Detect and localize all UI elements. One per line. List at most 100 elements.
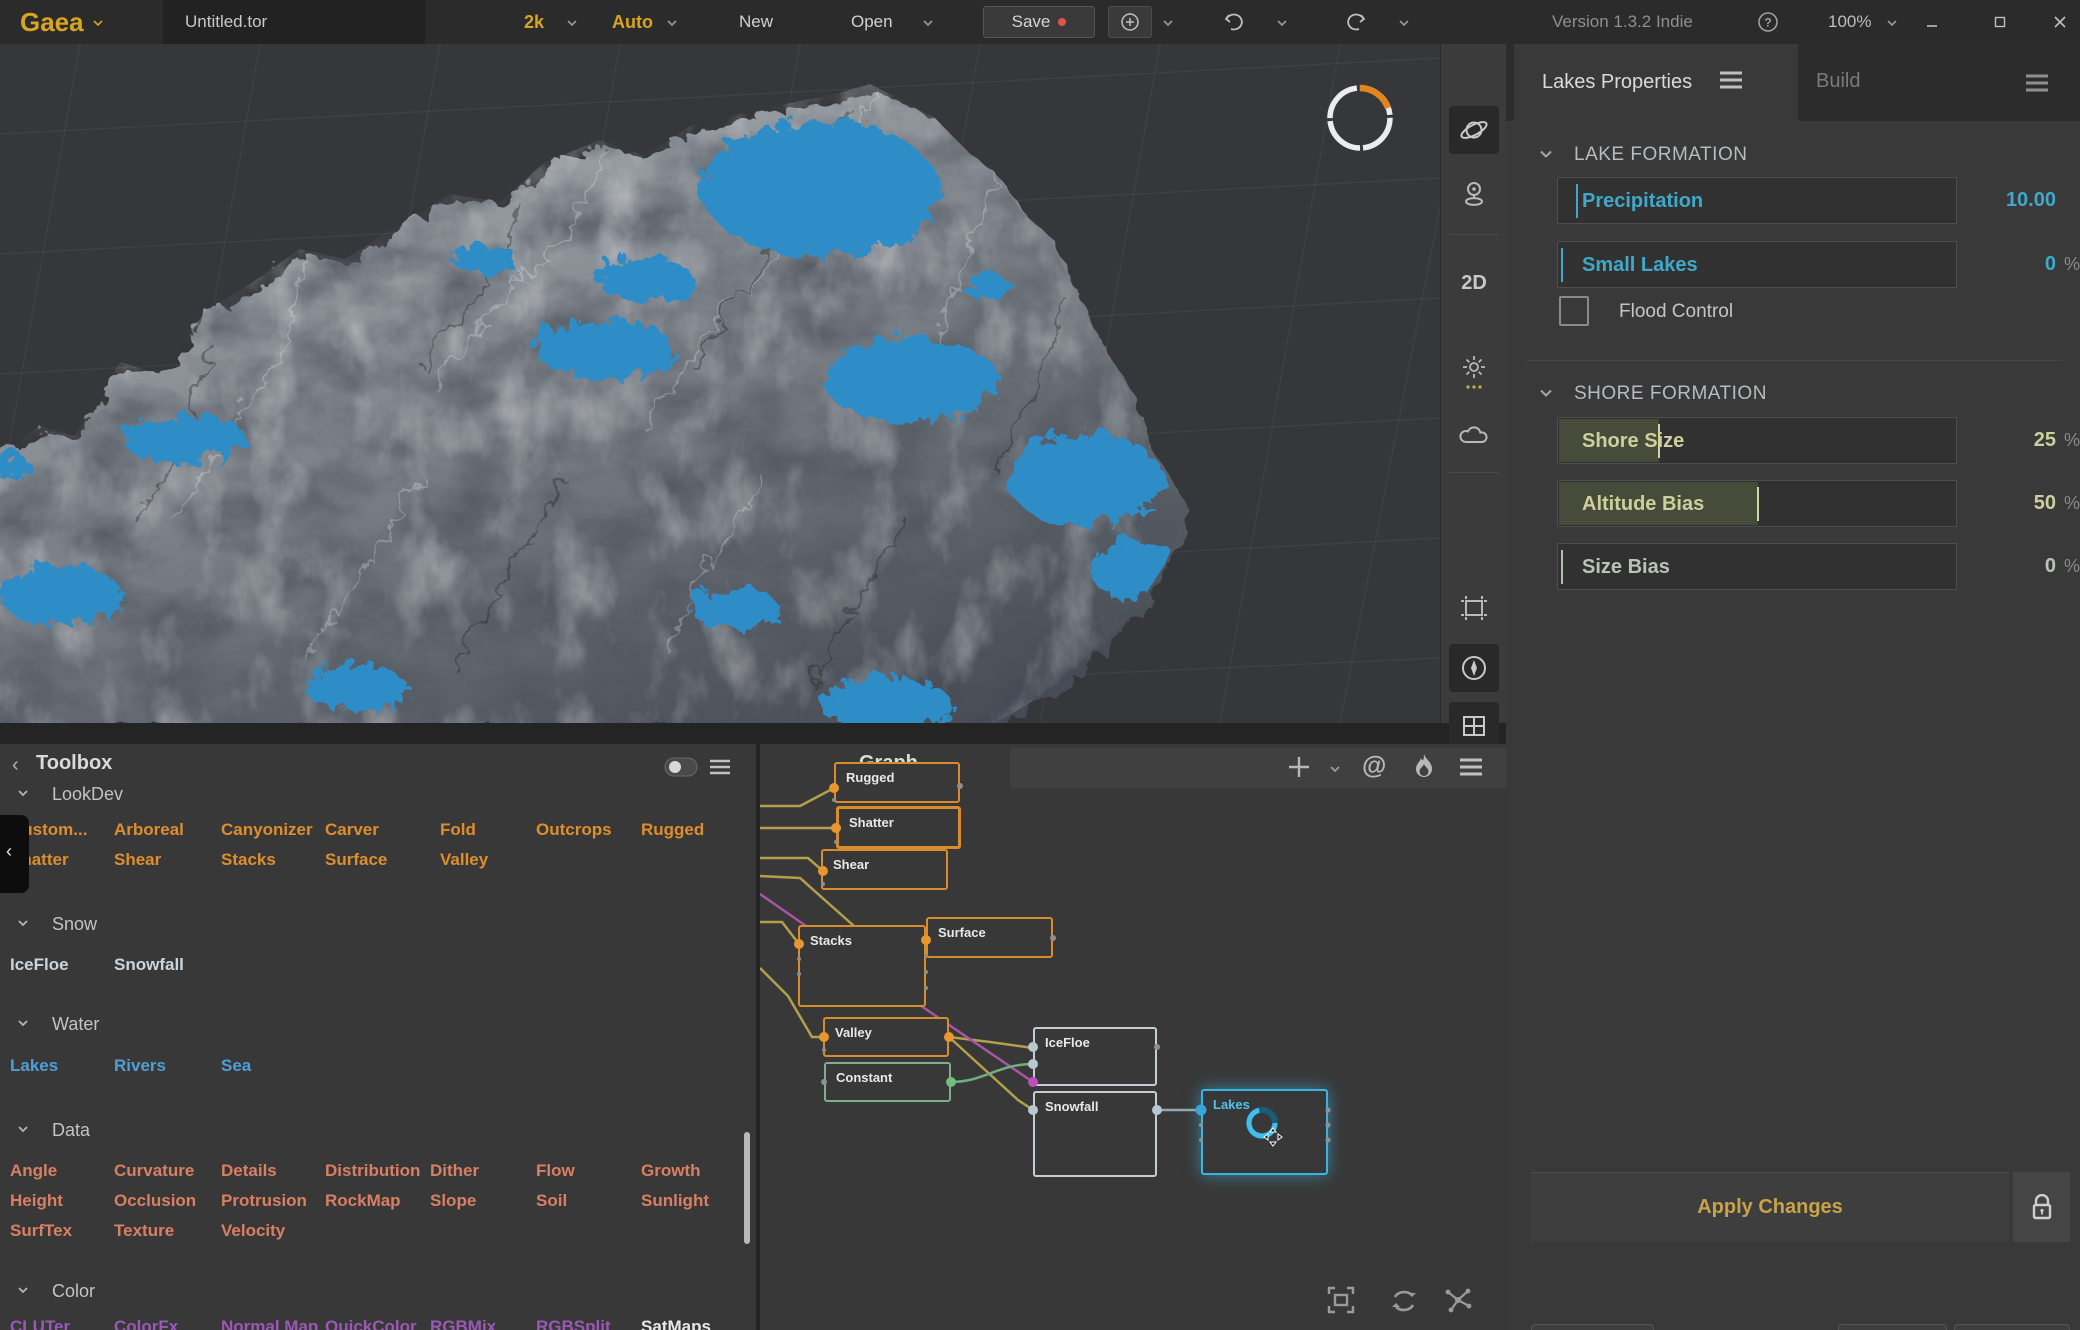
node-snowfall[interactable]: Snowfall — [1033, 1091, 1157, 1177]
chevron-down-icon[interactable] — [1538, 146, 1554, 167]
node-rugged[interactable]: Rugged — [834, 762, 960, 803]
flood-control-checkbox[interactable] — [1559, 296, 1589, 326]
rebuild-icon[interactable] — [1388, 1284, 1420, 1321]
chevron-down-icon[interactable] — [1886, 17, 1896, 27]
toolbox-item[interactable]: RockMap — [325, 1191, 401, 1211]
2d-view-button[interactable]: 2D — [1449, 259, 1499, 307]
section-lookdev[interactable]: LookDev — [52, 784, 123, 805]
build-menu-icon[interactable] — [2024, 73, 2050, 98]
field-precipitation[interactable]: Precipitation — [1557, 177, 1957, 224]
toolbox-item[interactable]: Texture — [114, 1221, 174, 1241]
app-menu[interactable]: Gaea — [20, 0, 102, 44]
toolbox-item[interactable]: SurfTex — [10, 1221, 72, 1241]
toolbox-item[interactable]: Carver — [325, 820, 379, 840]
toolbox-item[interactable]: Fold — [440, 820, 476, 840]
toolbox-item[interactable]: Height — [10, 1191, 63, 1211]
toolbox-scrollbar[interactable] — [744, 1132, 750, 1244]
chevron-down-icon[interactable] — [16, 1122, 30, 1141]
toolbox-item[interactable]: Velocity — [221, 1221, 285, 1241]
section-color[interactable]: Color — [52, 1281, 95, 1302]
chevron-down-icon[interactable] — [922, 17, 932, 27]
orbit-view-icon[interactable] — [1449, 106, 1499, 154]
frame-region-icon[interactable] — [1449, 584, 1499, 632]
toolbox-item[interactable]: RGBSplit — [536, 1317, 611, 1330]
node-stacks[interactable]: Stacks — [798, 925, 926, 1007]
remember-button[interactable]: Remember — [1531, 1324, 1654, 1330]
toolbox-item[interactable]: Stacks — [221, 850, 276, 870]
chevron-down-icon[interactable] — [1276, 17, 1286, 27]
field-altitude-bias[interactable]: Altitude Bias — [1557, 480, 1957, 527]
slider-handle[interactable] — [1757, 487, 1759, 521]
toolbox-item[interactable]: Distribution — [325, 1161, 420, 1181]
chevron-down-icon[interactable] — [1398, 17, 1408, 27]
toolbox-flyout-handle[interactable]: ‹ — [0, 815, 29, 893]
toolbox-item[interactable]: Outcrops — [536, 820, 612, 840]
minimize-button[interactable] — [1912, 0, 1952, 44]
new-button[interactable]: New — [739, 0, 773, 44]
location-pin-icon[interactable] — [1449, 169, 1499, 217]
section-data[interactable]: Data — [52, 1120, 90, 1141]
toolbox-item[interactable]: ColorFx — [114, 1317, 178, 1330]
close-button[interactable] — [2040, 0, 2080, 44]
tab-menu-icon[interactable] — [1718, 70, 1744, 95]
chevron-down-icon[interactable] — [1538, 385, 1554, 406]
sun-lighting-icon[interactable] — [1449, 349, 1499, 397]
field-shore-size[interactable]: Shore Size — [1557, 417, 1957, 464]
lock-button[interactable] — [2013, 1172, 2070, 1242]
toolbox-menu-icon[interactable] — [708, 757, 732, 782]
maximize-button[interactable] — [1980, 0, 2020, 44]
toolbox-item[interactable]: Details — [221, 1161, 277, 1181]
toolbox-item[interactable]: Normal Map — [221, 1317, 318, 1330]
help-icon[interactable]: ? — [1756, 10, 1780, 39]
revert-button[interactable]: Revert — [1838, 1324, 1947, 1330]
section-water[interactable]: Water — [52, 1014, 99, 1035]
toolbox-toggle-icon[interactable] — [664, 757, 698, 782]
node-shatter[interactable]: Shatter — [836, 806, 961, 849]
field-size-bias[interactable]: Size Bias — [1557, 543, 1957, 590]
node-surface[interactable]: Surface — [926, 917, 1053, 958]
toolbox-item[interactable]: IceFloe — [10, 955, 69, 975]
3d-terrain-viewport[interactable] — [0, 44, 1440, 723]
node-constant[interactable]: Constant — [824, 1062, 951, 1102]
fit-view-icon[interactable] — [1325, 1284, 1357, 1321]
chevron-down-icon[interactable] — [666, 17, 676, 27]
chevron-down-icon[interactable] — [16, 916, 30, 935]
toolbox-item[interactable]: Protrusion — [221, 1191, 307, 1211]
chevron-down-icon[interactable] — [1162, 17, 1172, 27]
section-lake-formation[interactable]: LAKE FORMATION — [1574, 144, 1747, 166]
tab-lakes-properties[interactable]: Lakes Properties — [1514, 44, 1798, 121]
section-snow[interactable]: Snow — [52, 914, 97, 935]
toolbox-item[interactable]: Soil — [536, 1191, 567, 1211]
node-valley[interactable]: Valley — [823, 1017, 949, 1057]
toolbox-item[interactable]: Sea — [221, 1056, 251, 1076]
toolbox-item[interactable]: Lakes — [10, 1056, 58, 1076]
apply-changes-button[interactable]: Apply Changes — [1531, 1172, 2009, 1242]
toolbox-item[interactable]: Slope — [430, 1191, 476, 1211]
resolution-dropdown[interactable]: 2k — [524, 0, 544, 44]
toolbox-item[interactable]: Curvature — [114, 1161, 194, 1181]
add-resource-button[interactable] — [1108, 6, 1152, 38]
build-mode-dropdown[interactable]: Auto — [612, 0, 653, 44]
chevron-down-icon[interactable] — [16, 1283, 30, 1302]
undo-icon[interactable] — [1222, 10, 1246, 39]
toolbox-item[interactable]: Angle — [10, 1161, 57, 1181]
layout-nodes-icon[interactable] — [1442, 1284, 1474, 1321]
defaults-button[interactable]: Defaults — [1954, 1324, 2070, 1330]
toolbox-item[interactable]: Surface — [325, 850, 387, 870]
toolbox-item[interactable]: SatMaps — [641, 1317, 711, 1330]
toolbox-item[interactable]: Growth — [641, 1161, 701, 1181]
toolbox-item[interactable]: RGBMix — [430, 1317, 496, 1330]
toolbox-item[interactable]: Canyonizer — [221, 820, 313, 840]
node-icefloe[interactable]: IceFloe — [1033, 1027, 1157, 1086]
cloud-icon[interactable] — [1449, 410, 1499, 458]
toolbox-item[interactable]: CLUTer — [10, 1317, 70, 1330]
open-button[interactable]: Open — [851, 0, 893, 44]
redo-icon[interactable] — [1344, 10, 1368, 39]
node-shear[interactable]: Shear — [821, 849, 948, 890]
field-small-lakes[interactable]: Small Lakes — [1557, 241, 1957, 288]
toolbox-item[interactable]: Sunlight — [641, 1191, 709, 1211]
toolbox-item[interactable]: Valley — [440, 850, 488, 870]
toolbox-item[interactable]: Flow — [536, 1161, 575, 1181]
toolbox-item[interactable]: Rugged — [641, 820, 704, 840]
toolbox-item[interactable]: QuickColor — [325, 1317, 417, 1330]
